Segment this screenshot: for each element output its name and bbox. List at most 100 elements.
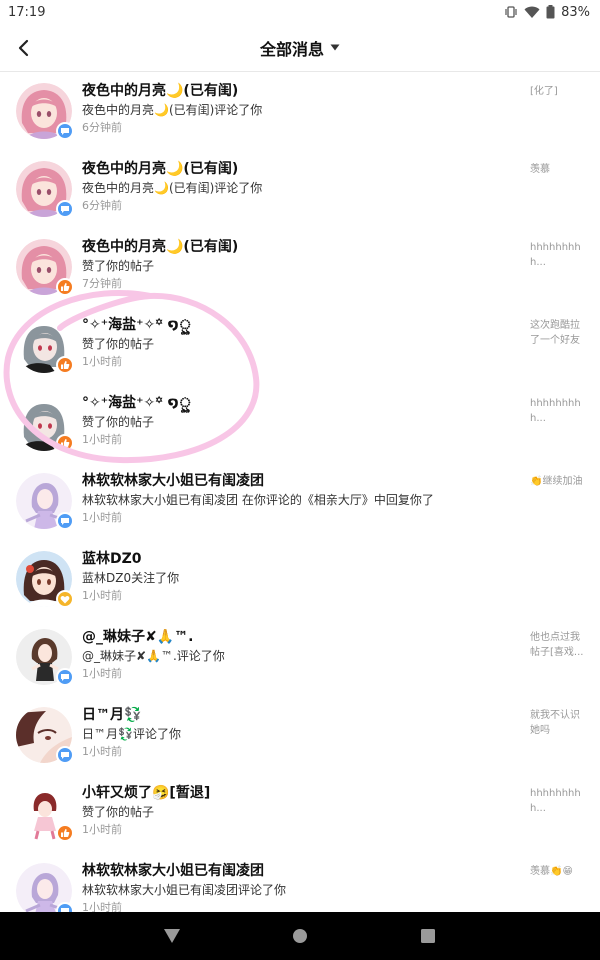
message-time: 1小时前 xyxy=(82,901,122,912)
message-snippet: hhhhhhhhh... xyxy=(530,242,581,268)
like-badge xyxy=(56,278,74,296)
message-list[interactable]: 夜色中的月亮🌙(已有闺) 夜色中的月亮🌙(已有闺)评论了你 6分钟前 [化了] … xyxy=(0,72,600,912)
comment-badge xyxy=(56,668,74,686)
avatar-container[interactable] xyxy=(16,239,74,296)
message-time: 1小时前 xyxy=(82,589,122,602)
message-action: @_琳妹子✘🙏™.评论了你 xyxy=(82,649,225,663)
message-action: 赞了你的帖子 xyxy=(82,337,155,351)
message-action: 夜色中的月亮🌙(已有闺)评论了你 xyxy=(82,103,263,117)
thumbs-up-icon xyxy=(61,439,70,447)
page-title: 全部消息 xyxy=(259,39,324,59)
message-content: 林软软林家大小姐已有闺凌团 林软软林家大小姐已有闺凌团评论了你 1小时前 xyxy=(82,862,512,912)
message-action: 赞了你的帖子 xyxy=(82,415,155,429)
message-content: 夜色中的月亮🌙(已有闺) 夜色中的月亮🌙(已有闺)评论了你 6分钟前 xyxy=(82,82,512,137)
vibrate-icon xyxy=(504,5,518,19)
sender-name[interactable]: °✧⁺海盐⁺✧꙳ ໑ৣ xyxy=(82,316,512,335)
sender-name[interactable]: 林软软林家大小姐已有闺凌团 xyxy=(82,472,512,491)
message-time: 1小时前 xyxy=(82,745,122,758)
sender-name[interactable]: °✧⁺海盐⁺✧꙳ ໑ৣ xyxy=(82,394,512,413)
message-snippet: [化了] xyxy=(530,86,558,97)
sender-name[interactable]: 蓝林DZ0 xyxy=(82,550,512,569)
message-row[interactable]: 夜色中的月亮🌙(已有闺) 夜色中的月亮🌙(已有闺)评论了你 6分钟前 羡慕 xyxy=(0,150,600,228)
back-button[interactable] xyxy=(12,36,36,60)
message-time: 7分钟前 xyxy=(82,277,122,290)
avatar-container[interactable] xyxy=(16,707,74,764)
square-recents-icon xyxy=(421,929,435,943)
message-filter-dropdown[interactable]: 全部消息 xyxy=(260,36,340,60)
message-snippet: 👏继续加油 xyxy=(530,476,583,487)
message-snippet: hhhhhhhhh... xyxy=(530,398,581,424)
message-row[interactable]: 夜色中的月亮🌙(已有闺) 夜色中的月亮🌙(已有闺)评论了你 6分钟前 [化了] xyxy=(0,72,600,150)
message-time: 1小时前 xyxy=(82,511,122,524)
message-time: 1小时前 xyxy=(82,433,122,446)
message-row[interactable]: 林软软林家大小姐已有闺凌团 林软软林家大小姐已有闺凌团评论了你 1小时前 羡慕👏… xyxy=(0,852,600,912)
comment-icon xyxy=(61,205,69,213)
comment-icon xyxy=(61,751,69,759)
caret-down-icon xyxy=(330,44,340,51)
message-action: 林软软林家大小姐已有闺凌团 在你评论的《相亲大厅》中回复你了 xyxy=(82,493,434,507)
follow-badge xyxy=(56,590,74,608)
sender-name[interactable]: 夜色中的月亮🌙(已有闺) xyxy=(82,238,512,257)
wifi-icon xyxy=(524,5,540,19)
message-row[interactable]: 小轩又烦了🤧[暂退] 赞了你的帖子 1小时前 hhhhhhhhh... xyxy=(0,774,600,852)
avatar-container[interactable] xyxy=(16,161,74,218)
like-badge xyxy=(56,824,74,842)
thumbs-up-icon xyxy=(61,829,70,837)
message-row[interactable]: 蓝林DZ0 蓝林DZ0关注了你 1小时前 xyxy=(0,540,600,618)
message-content: 夜色中的月亮🌙(已有闺) 赞了你的帖子 7分钟前 xyxy=(82,238,512,293)
message-row[interactable]: 日™月💱 日™月💱评论了你 1小时前 就我不认识她吗 xyxy=(0,696,600,774)
message-snippet: 羡慕 xyxy=(530,164,550,175)
status-time: 17:19 xyxy=(8,4,46,20)
avatar-container[interactable] xyxy=(16,551,74,608)
message-action: 夜色中的月亮🌙(已有闺)评论了你 xyxy=(82,181,263,195)
nav-back-button[interactable] xyxy=(160,924,184,948)
message-row[interactable]: °✧⁺海盐⁺✧꙳ ໑ৣ 赞了你的帖子 1小时前 这次跑酷拉了一个好友 xyxy=(0,306,600,384)
avatar-container[interactable] xyxy=(16,785,74,842)
avatar-container[interactable] xyxy=(16,395,74,452)
message-row[interactable]: °✧⁺海盐⁺✧꙳ ໑ৣ 赞了你的帖子 1小时前 hhhhhhhhh... xyxy=(0,384,600,462)
message-content: °✧⁺海盐⁺✧꙳ ໑ৣ 赞了你的帖子 1小时前 xyxy=(82,394,512,449)
status-icons: 83% xyxy=(504,5,590,20)
like-badge xyxy=(56,434,74,452)
avatar-container[interactable] xyxy=(16,83,74,140)
system-nav-bar xyxy=(0,912,600,960)
message-snippet: 羡慕👏😁 xyxy=(530,866,573,877)
thumbs-up-icon xyxy=(61,283,70,291)
sender-name[interactable]: 林软软林家大小姐已有闺凌团 xyxy=(82,862,512,881)
message-snippet: hhhhhhhhh... xyxy=(530,788,581,814)
avatar-container[interactable] xyxy=(16,629,74,686)
comment-badge xyxy=(56,200,74,218)
sender-name[interactable]: 夜色中的月亮🌙(已有闺) xyxy=(82,82,512,101)
sender-name[interactable]: 小轩又烦了🤧[暂退] xyxy=(82,784,512,803)
app-bar: 全部消息 xyxy=(0,24,600,72)
message-time: 1小时前 xyxy=(82,355,122,368)
message-time: 1小时前 xyxy=(82,667,122,680)
message-action: 林软软林家大小姐已有闺凌团评论了你 xyxy=(82,883,287,897)
message-content: 夜色中的月亮🌙(已有闺) 夜色中的月亮🌙(已有闺)评论了你 6分钟前 xyxy=(82,160,512,215)
avatar-container[interactable] xyxy=(16,317,74,374)
triangle-back-icon xyxy=(164,929,180,943)
message-row[interactable]: 夜色中的月亮🌙(已有闺) 赞了你的帖子 7分钟前 hhhhhhhhh... xyxy=(0,228,600,306)
back-arrow-icon xyxy=(18,39,29,57)
message-row[interactable]: 林软软林家大小姐已有闺凌团 林软软林家大小姐已有闺凌团 在你评论的《相亲大厅》中… xyxy=(0,462,600,540)
nav-home-button[interactable] xyxy=(288,924,312,948)
sender-name[interactable]: 日™月💱 xyxy=(82,706,512,725)
message-content: 日™月💱 日™月💱评论了你 1小时前 xyxy=(82,706,512,761)
heart-icon xyxy=(60,595,70,603)
message-action: 赞了你的帖子 xyxy=(82,259,155,273)
avatar-container[interactable] xyxy=(16,473,74,530)
battery-percent: 83% xyxy=(561,4,590,20)
message-content: 小轩又烦了🤧[暂退] 赞了你的帖子 1小时前 xyxy=(82,784,512,839)
message-snippet: 就我不认识她吗 xyxy=(530,710,580,736)
sender-name[interactable]: 夜色中的月亮🌙(已有闺) xyxy=(82,160,512,179)
comment-icon xyxy=(61,127,69,135)
avatar-container[interactable] xyxy=(16,863,74,912)
message-row[interactable]: @_琳妹子✘🙏™. @_琳妹子✘🙏™.评论了你 1小时前 他也点过我帖子[喜戏.… xyxy=(0,618,600,696)
message-action: 日™月💱评论了你 xyxy=(82,727,181,741)
nav-recents-button[interactable] xyxy=(416,924,440,948)
comment-badge xyxy=(56,122,74,140)
message-snippet: 他也点过我帖子[喜戏... xyxy=(530,632,584,658)
battery-icon xyxy=(546,5,555,19)
circle-home-icon xyxy=(293,929,307,943)
sender-name[interactable]: @_琳妹子✘🙏™. xyxy=(82,628,512,647)
